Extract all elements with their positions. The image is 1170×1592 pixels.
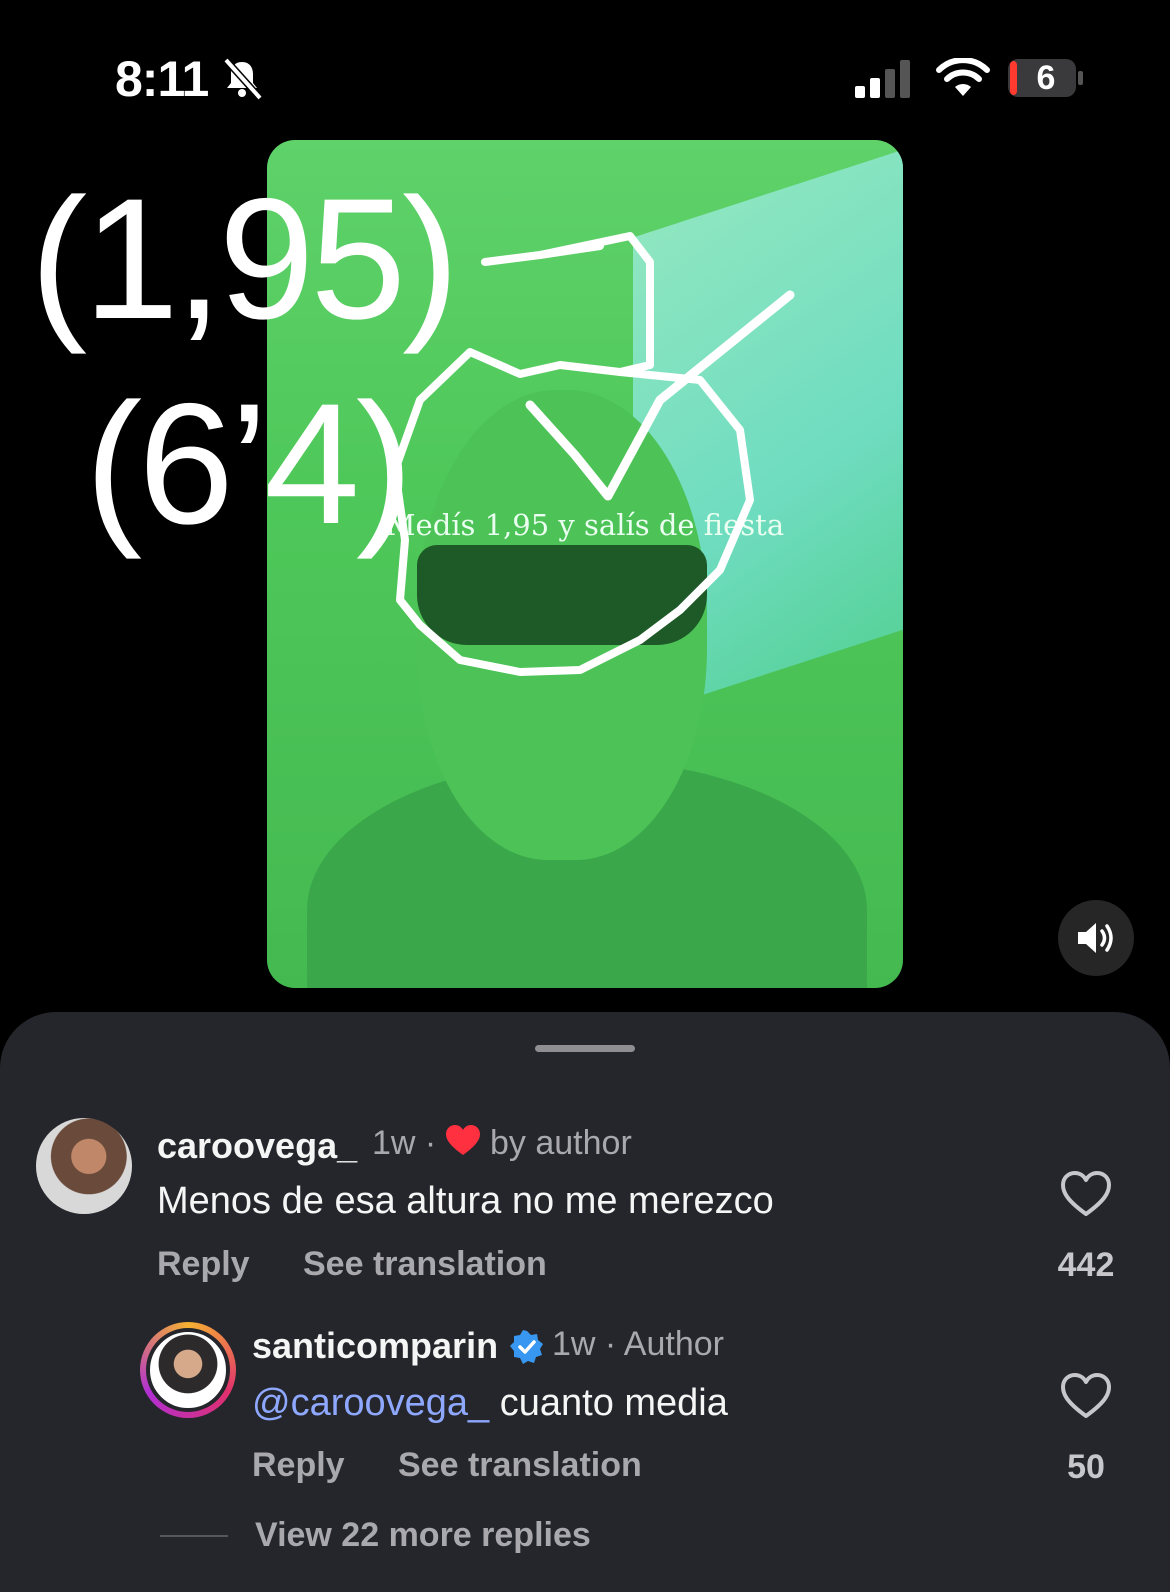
comment-timestamp: 1w ·	[372, 1124, 437, 1162]
reply-timestamp-author: 1w · Author	[552, 1325, 724, 1363]
sheet-drag-handle[interactable]	[535, 1045, 635, 1052]
avatar[interactable]	[146, 1328, 230, 1412]
battery-level: 6	[1036, 59, 1056, 97]
comment-text: Menos de esa altura no me merezco	[157, 1180, 774, 1222]
reply-text: @caroovega_ cuanto media	[252, 1382, 728, 1425]
like-count: 442	[1057, 1246, 1115, 1284]
heart-filled-icon	[446, 1125, 480, 1155]
reply-text-body: cuanto media	[489, 1382, 728, 1424]
verified-badge-icon	[510, 1330, 543, 1364]
comment-username[interactable]: caroovega_	[157, 1125, 357, 1167]
see-translation-button[interactable]: See translation	[303, 1245, 547, 1284]
mention-link[interactable]: @caroovega_	[252, 1382, 489, 1424]
bell-muted-icon	[223, 57, 263, 100]
cellular-signal-icon	[855, 60, 910, 98]
see-translation-button[interactable]: See translation	[398, 1446, 642, 1485]
status-time: 8:11	[115, 51, 209, 107]
replies-divider	[160, 1535, 228, 1537]
reply-button[interactable]: Reply	[157, 1245, 250, 1284]
overlay-height-metric: (1,95)	[30, 163, 459, 355]
reply-username[interactable]: santicomparin	[252, 1325, 498, 1367]
video-person-sunglasses	[417, 545, 707, 645]
comments-sheet	[0, 1012, 1170, 1592]
overlay-height-imperial: (6’4)	[85, 368, 413, 560]
speaker-icon	[1078, 923, 1113, 953]
wifi-icon	[936, 58, 990, 96]
like-count: 50	[1067, 1448, 1105, 1486]
avatar[interactable]	[36, 1118, 132, 1214]
like-heart-icon[interactable]	[1060, 1372, 1112, 1420]
sound-toggle-button[interactable]	[1058, 900, 1134, 976]
reply-button[interactable]: Reply	[252, 1446, 345, 1485]
liked-by-author-badge: by author	[490, 1124, 632, 1162]
view-more-replies-button[interactable]: View 22 more replies	[255, 1516, 591, 1555]
like-heart-icon[interactable]	[1060, 1170, 1112, 1218]
